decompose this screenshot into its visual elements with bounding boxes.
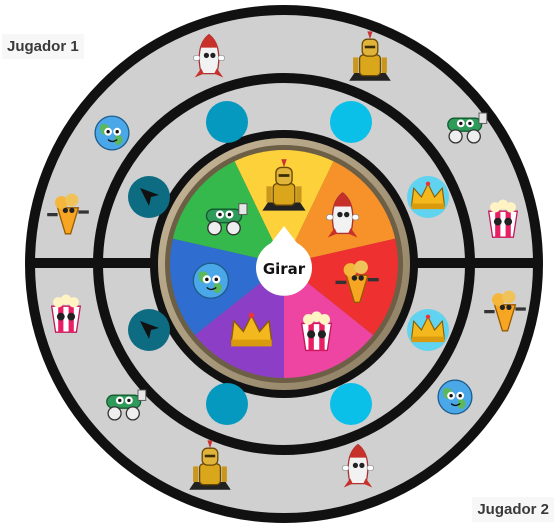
- globe-icon: [94, 115, 130, 151]
- empty-slot[interactable]: [206, 383, 248, 425]
- arrow-slot[interactable]: [128, 176, 170, 218]
- player-2-label: Jugador 2: [472, 497, 554, 522]
- empty-slot[interactable]: [330, 383, 372, 425]
- popcorn-box-icon: [50, 294, 82, 333]
- game-board: Girar: [25, 5, 543, 523]
- globe-icon: [437, 379, 473, 415]
- empty-slot[interactable]: [206, 101, 248, 143]
- player-1-label: Jugador 1: [2, 34, 84, 59]
- globe-icon: [192, 262, 230, 299]
- spin-label: Girar: [263, 260, 306, 278]
- popcorn-box-icon: [487, 199, 519, 238]
- empty-slot[interactable]: [330, 101, 372, 143]
- popcorn-box-icon: [300, 311, 333, 352]
- crown-slot[interactable]: [407, 176, 449, 218]
- arrow-slot[interactable]: [128, 309, 170, 351]
- crown-slot[interactable]: [407, 309, 449, 351]
